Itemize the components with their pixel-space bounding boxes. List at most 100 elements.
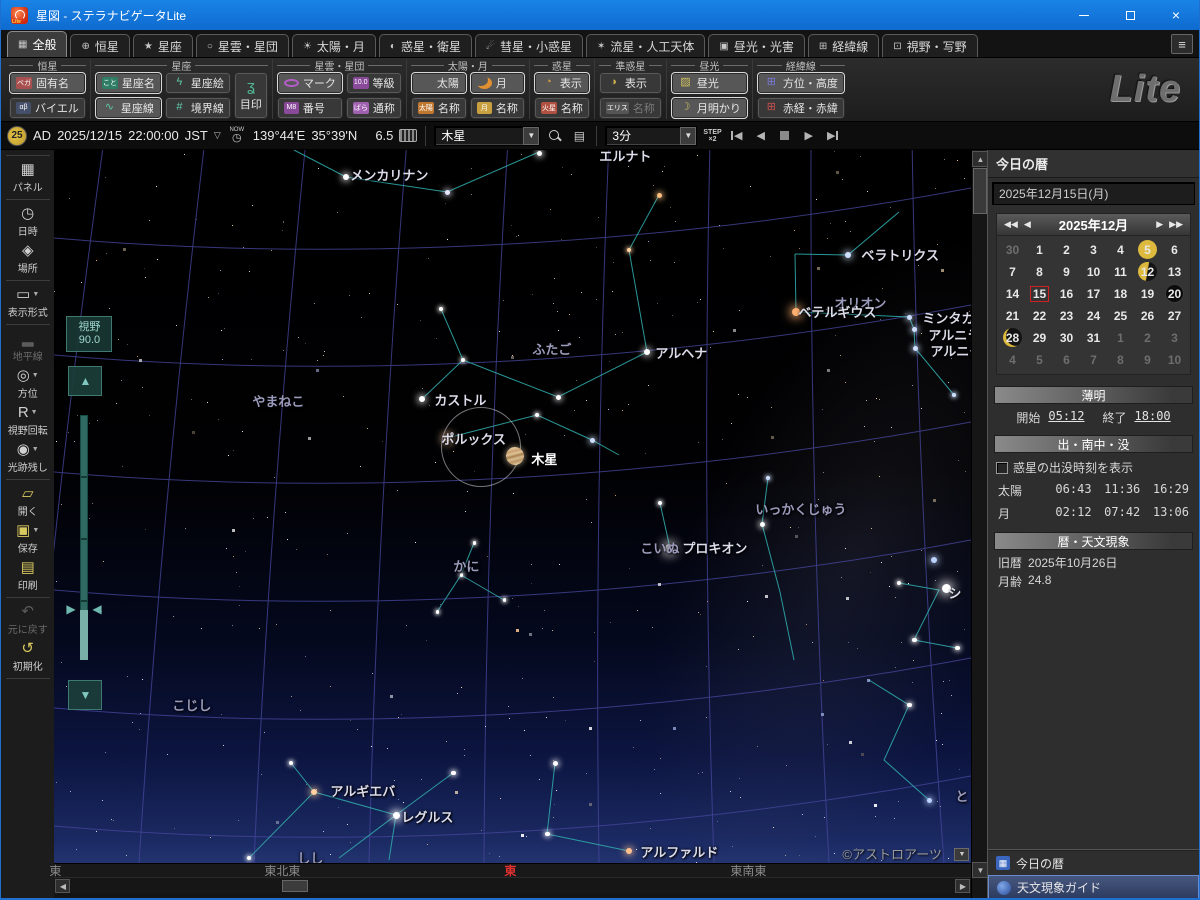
calendar-day[interactable]: 17	[1080, 283, 1107, 304]
calendar-day[interactable]: 3	[1080, 239, 1107, 260]
toggle-月明かり[interactable]: ☽月明かり	[671, 97, 748, 119]
twilight-end-time[interactable]: 18:00	[1135, 409, 1171, 426]
toggle-表示[interactable]: ◔表示	[534, 72, 590, 94]
toggle-赤経・赤緯[interactable]: ⊞赤経・赤緯	[757, 97, 845, 119]
tab-流星・人工天体[interactable]: ✶流星・人工天体	[586, 34, 705, 57]
horizontal-scrollbar[interactable]: ◀ ▶	[54, 877, 971, 893]
interval-select[interactable]: 3分 ▼	[605, 126, 697, 146]
vertical-scrollbar[interactable]: ▲ ▼	[971, 150, 987, 900]
toggle-昼光[interactable]: ▨昼光	[671, 72, 748, 94]
skip-start-button[interactable]: ◀	[728, 127, 746, 145]
calendar-day[interactable]: 19	[1134, 283, 1161, 304]
scroll-left-icon[interactable]: ◀	[55, 879, 70, 893]
time-value[interactable]: 22:00:00	[128, 128, 179, 143]
sidebar-item-初期化[interactable]: ↺初期化	[1, 638, 54, 675]
calendar-day[interactable]: 21	[999, 305, 1026, 326]
fov-zoom-in-button[interactable]: ▲	[68, 366, 102, 396]
timezone-value[interactable]: JST	[185, 128, 208, 143]
calendar-day[interactable]: 5	[1134, 239, 1161, 260]
calendar-day[interactable]: 25	[1107, 305, 1134, 326]
star-chart[interactable]: 木星 エルナトメンカリナンベラトリクスオリオンベテルギウスミンタカアルニラムアル…	[54, 150, 971, 863]
calendar-day[interactable]: 18	[1107, 283, 1134, 304]
tab-昼光・光害[interactable]: ▣昼光・光害	[708, 34, 804, 57]
tab-惑星・衛星[interactable]: ◐惑星・衛星	[379, 34, 472, 57]
sidebar-item-方位[interactable]: ◎▼方位	[1, 365, 54, 402]
calendar-day[interactable]: 29	[1026, 327, 1053, 348]
scroll-up-icon[interactable]: ▲	[972, 151, 988, 167]
maximize-button[interactable]	[1107, 0, 1153, 30]
toggle-通称[interactable]: ばら通称	[346, 97, 402, 119]
calendar-day[interactable]: 26	[1134, 305, 1161, 326]
toggle-太陽[interactable]: 太陽	[411, 72, 467, 94]
fov-zoom-out-button[interactable]: ▼	[68, 680, 102, 710]
toggle-境界線[interactable]: #境界線	[165, 97, 231, 119]
tab-経緯線[interactable]: ⊞経緯線	[808, 34, 879, 57]
panel-tab-今日の暦[interactable]: ▦今日の暦	[988, 850, 1199, 875]
timezone-dropdown-icon[interactable]: ▽	[214, 130, 221, 141]
calendar-day[interactable]: 6	[1161, 239, 1188, 260]
calendar-next-year-button[interactable]: ▶▶	[1166, 219, 1186, 230]
toggle-等級[interactable]: 10.0等級	[346, 72, 402, 94]
calendar-day[interactable]: 31	[1080, 327, 1107, 348]
tab-太陽・月[interactable]: ☀太陽・月	[292, 34, 376, 57]
keyboard-icon[interactable]	[399, 129, 417, 142]
longitude-value[interactable]: 139°44'E	[253, 128, 306, 143]
calendar-day[interactable]: 10	[1161, 349, 1188, 370]
calendar-day[interactable]: 30	[1053, 327, 1080, 348]
calendar-day[interactable]: 24	[1080, 305, 1107, 326]
toggle-バイエル[interactable]: αβバイエル	[9, 97, 86, 119]
calendar-day[interactable]: 12	[1134, 261, 1161, 282]
calendar-next-month-button[interactable]: ▶	[1153, 219, 1166, 230]
toggle-名称[interactable]: 太陽名称	[411, 97, 467, 119]
sidebar-item-場所[interactable]: ◈場所	[1, 240, 54, 277]
toggle-星座絵[interactable]: ϟ星座絵	[165, 72, 231, 94]
sidebar-item-パネル[interactable]: ▦パネル	[1, 159, 54, 196]
calendar-day[interactable]: 6	[1053, 349, 1080, 370]
calendar-day[interactable]: 9	[1134, 349, 1161, 370]
magnitude-limit-value[interactable]: 6.5	[375, 128, 393, 143]
calendar-day[interactable]: 16	[1053, 283, 1080, 304]
stop-button[interactable]	[776, 127, 794, 145]
sidebar-item-印刷[interactable]: ▤印刷	[1, 557, 54, 594]
toggle-番号[interactable]: M8番号	[277, 97, 343, 119]
step-back-button[interactable]: ◀	[752, 127, 770, 145]
toggle-固有名[interactable]: ベガ固有名	[9, 72, 86, 94]
toggle-月[interactable]: 月	[470, 72, 525, 94]
calendar-prev-month-button[interactable]: ◀	[1021, 219, 1034, 230]
date-value[interactable]: 2025/12/15	[57, 128, 122, 143]
calendar-day[interactable]: 2	[1134, 327, 1161, 348]
chevron-down-icon[interactable]: ▼	[680, 127, 696, 145]
calendar-day[interactable]: 4	[999, 349, 1026, 370]
step-button[interactable]: STEP×2	[703, 129, 721, 143]
sidebar-item-表示形式[interactable]: ▭▼表示形式	[1, 284, 54, 321]
hscroll-thumb[interactable]	[282, 880, 308, 892]
calendar-day[interactable]: 1	[1107, 327, 1134, 348]
list-icon[interactable]: ▤	[570, 127, 588, 145]
twilight-start-time[interactable]: 05:12	[1048, 409, 1084, 426]
toggle-名称[interactable]: 火星名称	[534, 97, 590, 119]
chevron-down-icon[interactable]: ▼	[523, 127, 539, 145]
tab-星座[interactable]: ★星座	[133, 34, 193, 57]
button-目印[interactable]: ʓ目印	[234, 72, 268, 119]
calendar-day[interactable]: 28	[999, 327, 1026, 348]
calendar-day[interactable]: 2	[1053, 239, 1080, 260]
calendar-day[interactable]: 14	[999, 283, 1026, 304]
calendar-day[interactable]: 27	[1161, 305, 1188, 326]
play-button[interactable]: ▶	[800, 127, 818, 145]
calendar-day[interactable]: 7	[1080, 349, 1107, 370]
sidebar-item-保存[interactable]: ▣▼保存	[1, 520, 54, 557]
toggle-星座名[interactable]: こと星座名	[95, 72, 162, 94]
calendar-prev-year-button[interactable]: ◀◀	[1001, 219, 1021, 230]
calendar-day[interactable]: 3	[1161, 327, 1188, 348]
toggle-マーク[interactable]: マーク	[277, 72, 343, 94]
sidebar-item-光跡残し[interactable]: ◉▼光跡残し	[1, 439, 54, 476]
planet-riseset-checkbox[interactable]	[996, 462, 1008, 474]
toggle-方位・高度[interactable]: ⊞方位・高度	[757, 72, 845, 94]
tab-彗星・小惑星[interactable]: ☄彗星・小惑星	[475, 34, 583, 57]
tab-恒星[interactable]: ⊕恒星	[70, 34, 129, 57]
sidebar-item-視野回転[interactable]: R▼視野回転	[1, 402, 54, 439]
moon-age-icon[interactable]: 25	[7, 126, 27, 146]
tab-視野・写野[interactable]: ⊡視野・写野	[882, 34, 977, 57]
search-icon[interactable]	[546, 127, 564, 145]
close-button[interactable]: ×	[1153, 0, 1199, 30]
